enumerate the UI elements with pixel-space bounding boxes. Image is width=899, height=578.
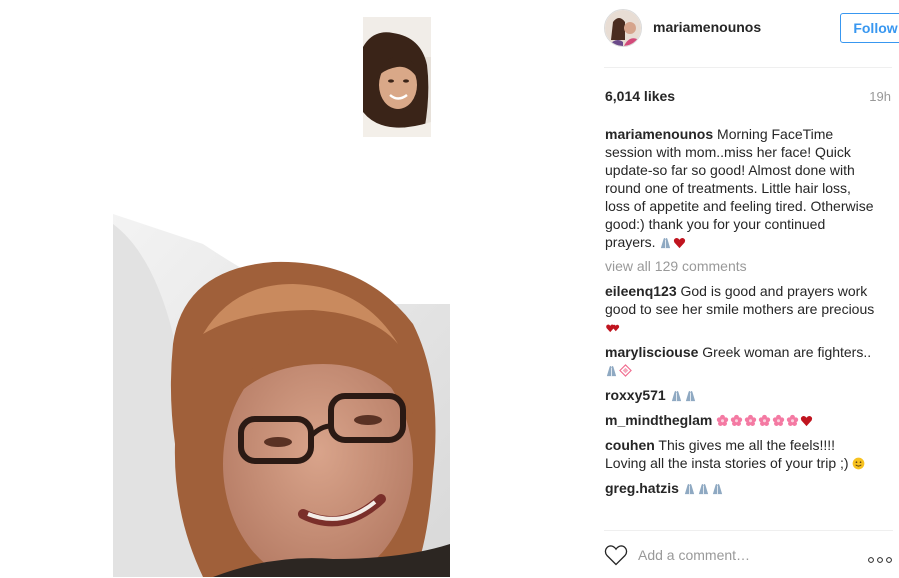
praying-hands-emoji — [606, 366, 617, 377]
cherry-blossom-emoji — [731, 414, 743, 426]
comment-item: m_mindtheglam — [605, 411, 875, 429]
praying-hands-emoji — [698, 484, 708, 495]
comment-item: eileenq123 God is good and prayers work … — [605, 282, 875, 336]
more-options-icon[interactable] — [867, 551, 893, 563]
cherry-blossom-emoji — [773, 414, 785, 426]
praying-hands-emoji — [712, 484, 722, 495]
facetime-self-view — [363, 17, 431, 137]
cherry-blossom-emoji — [759, 414, 771, 426]
praying-hands-emoji — [684, 484, 694, 495]
red-heart-emoji — [674, 238, 686, 249]
diamond-emoji — [619, 364, 632, 377]
post-timestamp[interactable]: 19h — [869, 89, 891, 104]
caption-text: Morning FaceTime session with mom..miss … — [605, 126, 874, 250]
caption-username[interactable]: mariamenounos — [605, 126, 713, 142]
post-media[interactable] — [0, 0, 584, 577]
post-header: mariamenounos Follow — [604, 0, 899, 68]
comment-item: maryliscious​e Greek woman are fighters.… — [605, 343, 875, 379]
comment-item: couhen This gives me all the feels!!!! L… — [605, 436, 875, 472]
comment-text: Greek woman are fighters.. — [698, 344, 872, 360]
cherry-blossom-emoji — [717, 414, 729, 426]
comments-list: mariamenounos Morning FaceTime session w… — [605, 125, 875, 504]
praying-hands-emoji — [685, 391, 695, 402]
cherry-blossom-emoji — [787, 414, 799, 426]
comment-username[interactable]: couhen — [605, 437, 655, 453]
post-details-panel: mariamenounos Follow 6,014 likes 19h mar… — [584, 0, 899, 577]
two-hearts-emoji — [606, 324, 620, 333]
likes-count[interactable]: 6,014 likes — [605, 88, 675, 104]
add-comment-bar — [604, 530, 893, 578]
comment-username[interactable]: eileenq123 — [605, 283, 677, 299]
comment-username[interactable]: greg.hatzis — [605, 480, 679, 496]
post-caption: mariamenounos Morning FaceTime session w… — [605, 125, 875, 251]
comment-username[interactable]: m_mindtheglam — [605, 412, 712, 428]
facetime-main-view — [113, 214, 450, 577]
comment-item: roxxy571 — [605, 386, 875, 404]
follow-button[interactable]: Follow — [840, 13, 899, 43]
post-author-username[interactable]: mariamenounos — [653, 19, 761, 35]
avatar[interactable] — [604, 9, 642, 47]
view-all-comments-link[interactable]: view all 129 comments — [605, 257, 875, 275]
comment-username[interactable]: roxxy571 — [605, 387, 666, 403]
comment-item: greg.hatzis — [605, 479, 875, 497]
smiling-face-emoji — [853, 457, 865, 470]
praying-hands-emoji — [671, 391, 681, 402]
like-heart-icon[interactable] — [604, 544, 628, 566]
cherry-blossom-emoji — [745, 414, 757, 426]
comment-username[interactable]: maryliscious​e — [605, 344, 698, 360]
red-heart-emoji — [801, 416, 813, 427]
praying-hands-emoji — [661, 238, 671, 249]
add-comment-input[interactable] — [638, 543, 838, 567]
